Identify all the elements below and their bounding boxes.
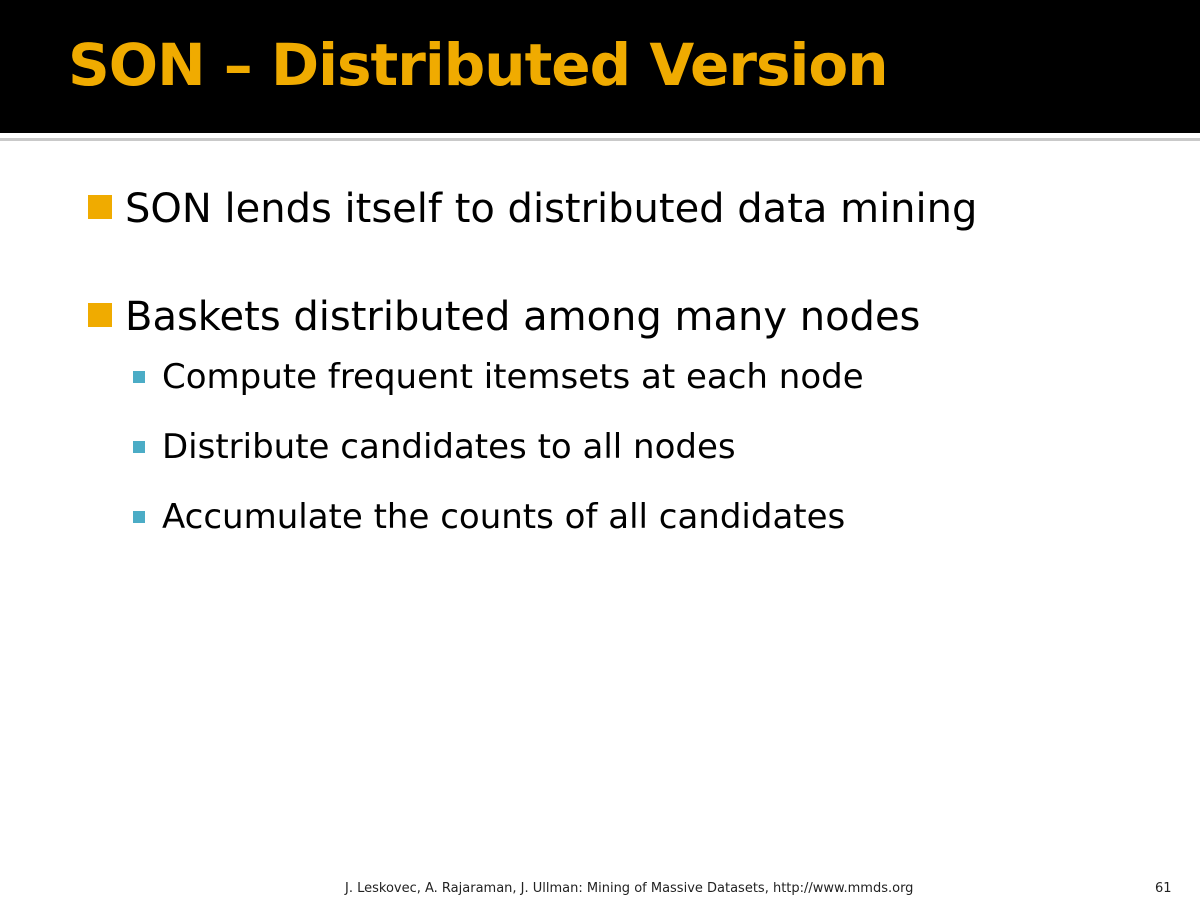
title-divider [0, 138, 1200, 141]
title-bar: SON – Distributed Version [0, 0, 1200, 133]
bullet-text: Baskets distributed among many nodes [125, 294, 921, 340]
sub-bullet-item: Accumulate the counts of all candidates [127, 494, 1178, 540]
sub-bullet-text: Distribute candidates to all nodes [162, 427, 736, 467]
page-number: 61 [1155, 881, 1172, 896]
small-square-bullet-icon [133, 511, 145, 523]
sub-bullet-item: Distribute candidates to all nodes [127, 424, 1178, 470]
slide: SON – Distributed Version SON lends itse… [0, 0, 1200, 900]
square-bullet-icon [88, 195, 112, 219]
bullet-text: SON lends itself to distributed data min… [125, 186, 978, 232]
sub-bullet-text: Compute frequent itemsets at each node [162, 357, 864, 397]
bullet-list: SON lends itself to distributed data min… [88, 182, 1178, 540]
bullet-item: Baskets distributed among many nodes [88, 290, 1178, 344]
small-square-bullet-icon [133, 371, 145, 383]
bullet-item: SON lends itself to distributed data min… [88, 182, 1178, 236]
slide-title: SON – Distributed Version [68, 31, 889, 99]
sub-bullet-text: Accumulate the counts of all candidates [162, 497, 846, 537]
sub-bullet-item: Compute frequent itemsets at each node [127, 354, 1178, 400]
footer-citation: J. Leskovec, A. Rajaraman, J. Ullman: Mi… [345, 881, 914, 896]
small-square-bullet-icon [133, 441, 145, 453]
square-bullet-icon [88, 303, 112, 327]
sub-bullet-list: Compute frequent itemsets at each node D… [127, 354, 1178, 540]
